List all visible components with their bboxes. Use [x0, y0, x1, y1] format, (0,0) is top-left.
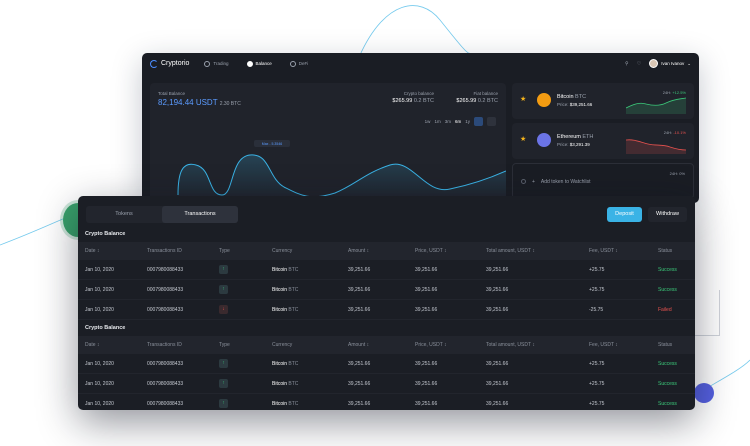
header-amount[interactable]: Amount ↕: [348, 242, 369, 260]
defi-icon: [289, 60, 296, 67]
top-navigation: Cryptorio Trading Balance DeFi ⚲ ♡ Ivan …: [142, 53, 699, 74]
status-badge: Success: [658, 381, 677, 387]
bell-icon[interactable]: ♡: [637, 61, 641, 67]
table-row[interactable]: Jan 10, 2020 0007980088433 ↑ Bitcoin BTC…: [78, 280, 695, 300]
ethereum-sparkline: [626, 139, 686, 154]
transactions-window: Tokens Transactions Deposit Withdraw Cry…: [78, 196, 695, 410]
user-menu[interactable]: Ivan Ivanov ⌄: [649, 59, 691, 68]
app-logo[interactable]: Cryptorio: [150, 59, 190, 68]
table-row[interactable]: Jan 10, 2020 0007980088433 ↑ Bitcoin BTC…: [78, 260, 695, 280]
header-price[interactable]: Price, USDT ↕: [415, 336, 447, 354]
incoming-icon: ↑: [219, 265, 228, 275]
status-badge: Success: [658, 361, 677, 367]
tab-tokens[interactable]: Tokens: [86, 206, 162, 223]
balance-window: Cryptorio Trading Balance DeFi ⚲ ♡ Ivan …: [142, 53, 699, 203]
table-row[interactable]: Jan 10, 2020 0007980088433 ↑ Bitcoin BTC…: [78, 354, 695, 374]
header-status: Status: [658, 342, 673, 348]
trading-icon: [204, 60, 211, 67]
plus-icon: +: [532, 179, 535, 185]
withdraw-button[interactable]: Withdraw: [648, 207, 687, 222]
nav-defi[interactable]: DeFi: [287, 57, 312, 70]
decorative-purple-bubble: [694, 383, 714, 403]
star-icon[interactable]: ★: [520, 96, 527, 103]
avatar: [649, 59, 659, 68]
header-status: Status: [658, 248, 673, 254]
table-row[interactable]: Jan 10, 2020 0007980088433 ↑ Bitcoin BTC…: [78, 394, 695, 410]
incoming-icon: ↑: [219, 379, 228, 389]
header-type: Type: [219, 248, 230, 254]
header-fee[interactable]: Fee, USDT ↕: [589, 242, 618, 260]
header-type: Type: [219, 342, 230, 348]
total-balance-value: 82,194.44 USDT 2.30 BTC: [158, 98, 241, 107]
status-badge: Success: [658, 287, 677, 293]
crypto-balance: Crypto balance $265.99 0.2 BTC: [392, 91, 434, 104]
tab-transactions[interactable]: Transactions: [162, 206, 238, 223]
incoming-icon: ↑: [219, 359, 228, 369]
watchlist-item-ethereum[interactable]: ★ Ethereum ETH Price: $3,291.39 24H: -10…: [512, 123, 694, 159]
section-title: Crypto Balance: [85, 231, 126, 237]
header-date[interactable]: Date ↕: [85, 336, 99, 354]
header-amount[interactable]: Amount ↕: [348, 336, 369, 354]
header-id: Transactions ID: [147, 248, 182, 254]
outgoing-icon: ↓: [219, 305, 228, 315]
header-currency: Currency: [272, 248, 293, 254]
add-to-watchlist[interactable]: 24H: 0% + Add token to Watchlist: [512, 163, 694, 199]
incoming-icon: ↑: [219, 285, 228, 295]
header-total[interactable]: Total amount, USDT ↕: [486, 336, 535, 354]
balance-chart: Max - 5.3546: [177, 140, 506, 201]
app-name: Cryptorio: [161, 60, 190, 67]
nav-trading[interactable]: Trading: [201, 57, 231, 70]
bitcoin-icon: [537, 93, 551, 107]
chevron-down-icon: ⌄: [687, 60, 691, 66]
ethereum-icon: [537, 133, 551, 147]
tabs: Tokens Transactions: [86, 206, 238, 223]
balance-icon: [246, 60, 253, 67]
nav-balance[interactable]: Balance: [244, 57, 275, 70]
transactions-table: Date ↕ Transactions ID Type Currency Amo…: [78, 336, 695, 410]
nav-defi-label: DeFi: [298, 61, 309, 66]
watchlist: ★ Bitcoin BTC Price: $39,251.66 24H: +12…: [512, 83, 694, 203]
table-header: Date ↕ Transactions ID Type Currency Amo…: [78, 336, 695, 354]
user-name: Ivan Ivanov: [661, 61, 685, 66]
table-header: Date ↕ Transactions ID Type Currency Amo…: [78, 242, 695, 260]
status-badge: Success: [658, 267, 677, 273]
logo-icon: [150, 59, 158, 68]
fiat-balance: Fiat balance $265.99 0.2 BTC: [456, 91, 498, 104]
watchlist-item-bitcoin[interactable]: ★ Bitcoin BTC Price: $39,251.66 24H: +12…: [512, 83, 694, 119]
total-balance-card: Total Balance 82,194.44 USDT 2.30 BTC Cr…: [150, 83, 506, 201]
radio-icon: [521, 179, 526, 184]
header-id: Transactions ID: [147, 342, 182, 348]
add-watchlist-label: Add token to Watchlist: [540, 179, 591, 185]
total-balance-label: Total Balance: [158, 91, 186, 96]
chart-max-label: Max - 5.3546: [262, 142, 282, 146]
table-row[interactable]: Jan 10, 2020 0007980088433 ↑ Bitcoin BTC…: [78, 374, 695, 394]
nav-balance-label: Balance: [255, 61, 272, 66]
nav-trading-label: Trading: [213, 61, 229, 66]
table-row[interactable]: Jan 10, 2020 0007980088433 ↓ Bitcoin BTC…: [78, 300, 695, 320]
header-total[interactable]: Total amount, USDT ↕: [486, 242, 535, 260]
section-title: Crypto Balance: [85, 325, 126, 331]
header-fee[interactable]: Fee, USDT ↕: [589, 336, 618, 354]
status-badge: Success: [658, 401, 677, 407]
header-currency: Currency: [272, 342, 293, 348]
incoming-icon: ↑: [219, 399, 228, 409]
transactions-table: Date ↕ Transactions ID Type Currency Amo…: [78, 242, 695, 320]
status-badge: Failed: [658, 307, 672, 313]
header-date[interactable]: Date ↕: [85, 242, 99, 260]
star-icon[interactable]: ★: [520, 136, 527, 143]
header-price[interactable]: Price, USDT ↕: [415, 242, 447, 260]
bitcoin-sparkline: [626, 97, 686, 114]
total-balance-btc: 2.30 BTC: [219, 101, 241, 107]
search-icon[interactable]: ⚲: [625, 61, 629, 67]
deposit-button[interactable]: Deposit: [607, 207, 642, 222]
